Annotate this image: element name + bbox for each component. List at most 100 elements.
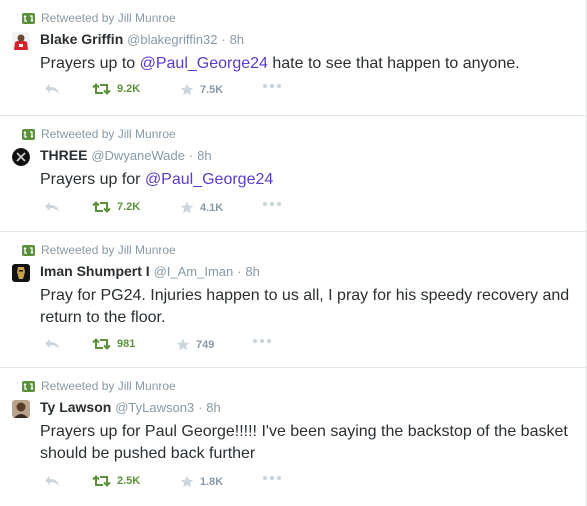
separator: · (237, 264, 242, 279)
retweet-context: Retweeted by Jill Munroe (22, 379, 176, 393)
retweet-badge-icon (22, 244, 35, 256)
more-button[interactable] (262, 201, 282, 207)
tweet-actions: 7.2K 4.1K (44, 201, 304, 219)
tweet-text-part: hate to see that happen to anyone. (267, 55, 520, 72)
retweet-context: Retweeted by Jill Munroe (22, 243, 176, 257)
fullname[interactable]: Iman Shumpert I (40, 263, 150, 279)
favorite-button[interactable]: 4.1K (180, 201, 223, 214)
tweet-text-part: Pray for PG24. Injuries happen to us all… (40, 287, 570, 326)
retweet-count: 9.2K (117, 83, 141, 95)
timestamp[interactable]: 8h (245, 264, 259, 279)
favorite-count: 7.5K (200, 83, 224, 96)
tweet-actions: 2.5K 1.8K (44, 475, 304, 493)
tweet-actions: 9.2K 7.5K (44, 83, 304, 101)
retweet-button[interactable]: 981 (92, 338, 135, 350)
favorite-count: 1.8K (200, 475, 224, 488)
tweet[interactable]: Retweeted by Jill Munroe THREE @DwyaneWa… (0, 116, 586, 232)
retweet-button[interactable]: 9.2K (92, 83, 140, 95)
reply-button[interactable] (44, 338, 60, 350)
reply-button[interactable] (44, 201, 60, 213)
fullname[interactable]: Blake Griffin (40, 31, 123, 47)
retweet-count: 7.2K (117, 201, 141, 213)
separator: · (198, 400, 203, 415)
username[interactable]: @TyLawson3 (115, 400, 194, 415)
more-button[interactable] (262, 475, 282, 481)
retweet-button[interactable]: 7.2K (92, 201, 140, 213)
retweet-badge-icon (22, 380, 35, 392)
tweet-text: Prayers up for @Paul_George24 (40, 169, 570, 191)
tweet-text-part: Prayers up to (40, 55, 140, 72)
tweet-text: Prayers up for Paul George!!!!! I've bee… (40, 421, 570, 465)
fullname[interactable]: Ty Lawson (40, 399, 111, 415)
fullname[interactable]: THREE (40, 147, 87, 163)
favorite-button[interactable]: 749 (176, 338, 214, 351)
mention-link[interactable]: @Paul_George24 (140, 55, 268, 72)
separator: · (188, 148, 194, 163)
avatar[interactable] (12, 264, 30, 282)
reply-icon (45, 339, 59, 349)
tweet-text: Pray for PG24. Injuries happen to us all… (40, 285, 570, 329)
favorite-count: 749 (196, 338, 215, 351)
more-icon (262, 83, 282, 89)
retweet-context-label[interactable]: Retweeted by Jill Munroe (41, 379, 176, 393)
user-avatar-black-gold-icon (12, 264, 30, 282)
avatar[interactable] (12, 32, 30, 50)
tweet[interactable]: Retweeted by Jill Munroe Blake Griffin @… (0, 0, 586, 116)
retweet-count: 2.5K (117, 475, 141, 487)
favorite-button[interactable]: 1.8K (180, 475, 223, 488)
more-button[interactable] (262, 83, 282, 89)
avatar[interactable] (12, 400, 30, 418)
retweet-icon (92, 338, 111, 350)
tweet-text-part: Prayers up for Paul George!!!!! I've bee… (40, 423, 568, 462)
username[interactable]: @I_Am_Iman (154, 264, 234, 279)
star-icon (180, 83, 194, 96)
tweet-header: THREE @DwyaneWade · 8h (40, 146, 212, 165)
tweet[interactable]: Retweeted by Jill Munroe Iman Shumpert I… (0, 232, 586, 368)
more-icon (252, 338, 272, 344)
star-icon (176, 338, 190, 351)
favorite-button[interactable]: 7.5K (180, 83, 223, 96)
tweet-text: Prayers up to @Paul_George24 hate to see… (40, 53, 570, 75)
retweet-icon (92, 83, 111, 95)
retweet-context-label[interactable]: Retweeted by Jill Munroe (41, 127, 176, 141)
mention-link[interactable]: @Paul_George24 (145, 171, 273, 188)
timeline: Retweeted by Jill Munroe Blake Griffin @… (0, 0, 587, 506)
tweet-header: Ty Lawson @TyLawson3 · 8h (40, 398, 221, 417)
retweet-context-label[interactable]: Retweeted by Jill Munroe (41, 11, 176, 25)
reply-icon (45, 476, 59, 486)
reply-icon (45, 84, 59, 94)
reply-button[interactable] (44, 475, 60, 487)
username[interactable]: @blakegriffin32 (127, 32, 217, 47)
separator: · (221, 32, 226, 47)
tweet-actions: 981 749 (44, 338, 304, 356)
retweet-button[interactable]: 2.5K (92, 475, 140, 487)
retweet-badge-icon (22, 128, 35, 140)
reply-icon (45, 202, 59, 212)
retweet-context-label[interactable]: Retweeted by Jill Munroe (41, 243, 176, 257)
user-avatar-portrait-icon (12, 400, 30, 418)
tweet-text-part: Prayers up for (40, 171, 145, 188)
username[interactable]: @DwyaneWade (91, 148, 185, 163)
more-button[interactable] (252, 338, 272, 344)
user-avatar-x-logo-icon (12, 148, 30, 166)
timestamp[interactable]: 8h (230, 32, 244, 47)
retweet-badge-icon (22, 12, 35, 24)
favorite-count: 4.1K (200, 201, 224, 214)
tweet[interactable]: Retweeted by Jill Munroe Ty Lawson @TyLa… (0, 368, 586, 506)
reply-button[interactable] (44, 83, 60, 95)
timestamp[interactable]: 8h (206, 400, 220, 415)
tweet-header: Blake Griffin @blakegriffin32 · 8h (40, 30, 244, 49)
retweet-icon (92, 475, 111, 487)
tweet-header: Iman Shumpert I @I_Am_Iman · 8h (40, 262, 260, 281)
retweet-context: Retweeted by Jill Munroe (22, 11, 176, 25)
timestamp[interactable]: 8h (197, 148, 211, 163)
retweet-icon (92, 201, 111, 213)
retweet-count: 981 (117, 338, 136, 350)
star-icon (180, 475, 194, 488)
star-icon (180, 201, 194, 214)
more-icon (262, 201, 282, 207)
user-avatar-red-jersey-icon (12, 32, 30, 50)
more-icon (262, 475, 282, 481)
avatar[interactable] (12, 148, 30, 166)
retweet-context: Retweeted by Jill Munroe (22, 127, 176, 141)
